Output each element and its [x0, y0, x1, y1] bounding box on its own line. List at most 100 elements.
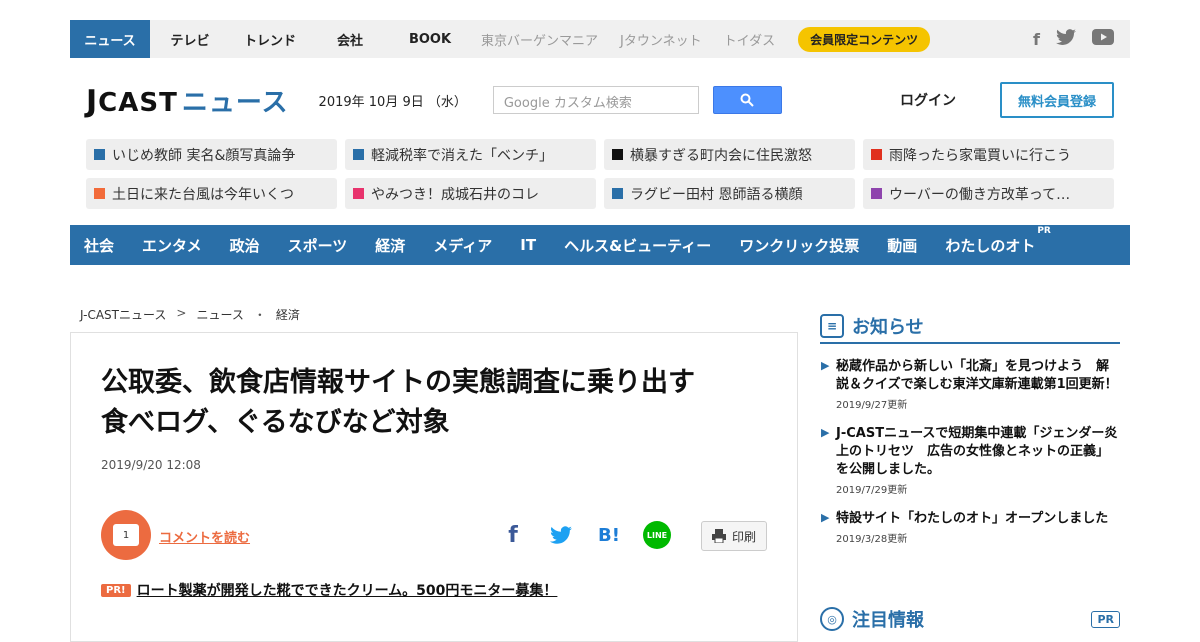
- twitter-icon[interactable]: [1056, 29, 1076, 49]
- category-7[interactable]: ヘルス&ビューティー: [564, 235, 711, 256]
- topnav-trend[interactable]: トレンド: [230, 20, 310, 58]
- category-10[interactable]: わたしのオトPR: [945, 226, 1051, 256]
- jcast-logo[interactable]: J CAST ニュース: [86, 82, 289, 119]
- print-label: 印刷: [731, 529, 756, 544]
- breadcrumb-news[interactable]: ニュース: [196, 306, 243, 323]
- notice-link[interactable]: J-CASTニュースで短期集中連載「ジェンダー炎上のトリセツ 広告の女性像とネッ…: [836, 425, 1120, 479]
- triangle-right-icon: ▶: [821, 359, 830, 372]
- triangle-right-icon: ▶: [821, 511, 830, 524]
- notice-list: ▶ 秘蔵作品から新しい「北斎」を見つけよう 解説＆クイズで楽しむ東洋文庫新連載第1…: [820, 358, 1120, 545]
- article-date: 2019/9/20 12:08: [101, 458, 201, 472]
- topic-color-square: [871, 188, 882, 199]
- topic-color-square: [94, 188, 105, 199]
- topic-color-square: [871, 149, 882, 160]
- article-title-line1: 公取委、飲食店情報サイトの実態調査に乗り出す: [101, 367, 695, 398]
- trending-topics: いじめ教師 実名&顔写真論争 軽減税率で消えた「ベンチ」 横暴すぎる町内会に住民激怒…: [86, 139, 1114, 209]
- category-8[interactable]: ワンクリック投票: [739, 235, 859, 256]
- breadcrumb-separator: ・: [253, 308, 266, 322]
- category-5[interactable]: メディア: [433, 235, 492, 256]
- trending-topic-label: ラグビー田村 恩師語る横顔: [630, 186, 803, 203]
- read-comments-link[interactable]: コメントを読む: [159, 527, 250, 546]
- topnav-company[interactable]: 会社: [310, 20, 390, 58]
- trending-topic[interactable]: やみつき！成城石井のコレ: [345, 178, 596, 209]
- category-3[interactable]: スポーツ: [288, 235, 348, 256]
- trending-topic-label: いじめ教師 実名&顔写真論争: [112, 147, 296, 164]
- notice-updated: 2019/3/28更新: [836, 534, 908, 545]
- pr-ad-link[interactable]: ロート製薬が開発した糀でできたクリーム。500円モニター募集！: [137, 580, 558, 600]
- notice-link[interactable]: 特設サイト「わたしのオト」オープンしました: [836, 510, 1120, 528]
- youtube-icon[interactable]: [1092, 29, 1114, 49]
- logo-cast: CAST: [98, 87, 178, 118]
- category-label: 動画: [887, 236, 918, 255]
- top-nav: ニュース テレビ トレンド 会社 BOOK 東京バーゲンマニア Jタウンネット …: [70, 20, 1130, 58]
- article-title-line2: 食べログ、ぐるなびなど対象: [101, 407, 450, 438]
- topic-color-square: [94, 149, 105, 160]
- trending-topic[interactable]: 横暴すぎる町内会に住民激怒: [604, 139, 855, 170]
- site-header: J CAST ニュース 2019年 10月 9日 （水） Google カスタム…: [70, 78, 1130, 122]
- trending-topic[interactable]: いじめ教師 実名&顔写真論争: [86, 139, 337, 170]
- featured-header: ◎ 注目情報 PR: [820, 606, 1120, 632]
- topnav-toidas[interactable]: トイダス: [713, 20, 786, 58]
- category-label: 経済: [375, 236, 406, 255]
- line-share-icon[interactable]: LINE: [643, 521, 671, 549]
- trending-topic[interactable]: 軽減税率で消えた「ベンチ」: [345, 139, 596, 170]
- topic-color-square: [353, 188, 364, 199]
- featured-title: 注目情報: [852, 610, 924, 631]
- notice-title: お知らせ: [852, 317, 924, 338]
- trending-topic[interactable]: ラグビー田村 恩師語る横顔: [604, 178, 855, 209]
- topic-color-square: [612, 149, 623, 160]
- topnav-tv[interactable]: テレビ: [150, 20, 230, 58]
- logo-news: ニュース: [181, 87, 289, 118]
- pr-badge: PR: [1091, 610, 1120, 628]
- category-1[interactable]: エンタメ: [142, 235, 202, 256]
- category-label: ヘルス&ビューティー: [564, 236, 712, 255]
- login-link[interactable]: ログイン: [900, 90, 956, 110]
- register-button[interactable]: 無料会員登録: [1000, 82, 1114, 118]
- article: 公取委、飲食店情報サイトの実態調査に乗り出す 食べログ、ぐるなびなど対象 201…: [70, 332, 798, 642]
- trending-topic-label: 土日に来た台風は今年いくつ: [112, 186, 294, 203]
- category-2[interactable]: 政治: [230, 235, 260, 256]
- comment-icon[interactable]: 1: [101, 510, 151, 560]
- logo-j: J: [86, 83, 99, 119]
- facebook-share-icon[interactable]: f: [499, 521, 527, 549]
- category-0[interactable]: 社会: [84, 235, 114, 256]
- comment-count: 1: [113, 524, 139, 546]
- printer-icon: [711, 529, 726, 543]
- category-label: ワンクリック投票: [739, 236, 860, 255]
- breadcrumb-separator: >: [176, 306, 187, 320]
- search-button[interactable]: [712, 86, 782, 114]
- notice-header: ≡ お知らせ: [820, 310, 1120, 344]
- notice-link[interactable]: 秘蔵作品から新しい「北斎」を見つけよう 解説＆クイズで楽しむ東洋文庫新連載第1回…: [836, 358, 1120, 394]
- trending-topic[interactable]: ウーバーの働き方改革って…: [863, 178, 1114, 209]
- print-button[interactable]: 印刷: [701, 521, 767, 551]
- trending-topic[interactable]: 土日に来た台風は今年いくつ: [86, 178, 337, 209]
- topnav-jtown[interactable]: Jタウンネット: [609, 20, 713, 58]
- category-label: 政治: [229, 236, 260, 255]
- topnav-book[interactable]: BOOK: [390, 20, 470, 58]
- topnav-news[interactable]: ニュース: [70, 20, 150, 58]
- notice-item: ▶ J-CASTニュースで短期集中連載「ジェンダー炎上のトリセツ 広告の女性像とネ…: [820, 425, 1120, 496]
- notice-updated: 2019/7/29更新: [836, 485, 908, 496]
- notice-icon: ≡: [820, 314, 844, 338]
- breadcrumb-home[interactable]: J-CASTニュース: [80, 306, 166, 323]
- category-label: IT: [520, 236, 537, 254]
- share-buttons: f B! LINE: [499, 521, 671, 549]
- pr-badge: PR!: [101, 583, 131, 597]
- trending-topic-label: ウーバーの働き方改革って…: [889, 186, 1071, 203]
- trending-topic[interactable]: 雨降ったら家電買いに行こう: [863, 139, 1114, 170]
- breadcrumb-economy[interactable]: 経済: [276, 306, 300, 323]
- member-content-button[interactable]: 会員限定コンテンツ: [798, 26, 931, 52]
- category-9[interactable]: 動画: [887, 235, 917, 256]
- notice-item: ▶ 特設サイト「わたしのオト」オープンしました 2019/3/28更新: [820, 510, 1120, 545]
- hatena-bookmark-icon[interactable]: B!: [595, 521, 623, 549]
- category-label: わたしのオト: [945, 236, 1036, 255]
- facebook-icon[interactable]: f: [1033, 30, 1040, 49]
- topnav-bargain-mania[interactable]: 東京バーゲンマニア: [470, 20, 609, 58]
- notice-updated: 2019/9/27更新: [836, 400, 908, 411]
- twitter-share-icon[interactable]: [547, 521, 575, 549]
- search-input[interactable]: Google カスタム検索: [492, 86, 699, 114]
- article-title: 公取委、飲食店情報サイトの実態調査に乗り出す 食べログ、ぐるなびなど対象: [101, 363, 771, 443]
- category-6[interactable]: IT: [520, 236, 536, 254]
- category-4[interactable]: 経済: [375, 235, 405, 256]
- social-links: f: [1033, 29, 1130, 49]
